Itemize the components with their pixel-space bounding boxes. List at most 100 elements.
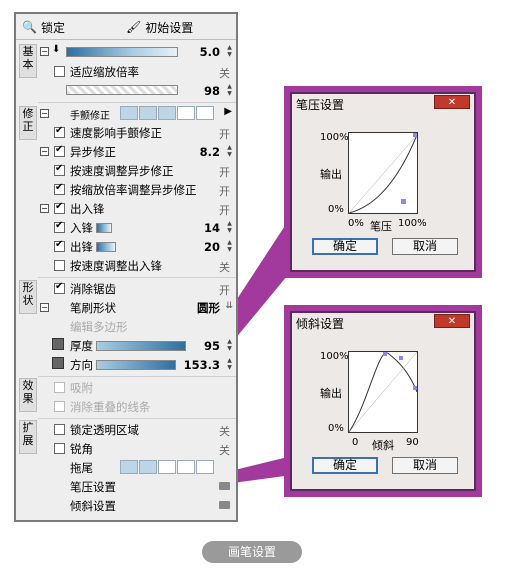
speed-checkbox[interactable] xyxy=(54,125,65,138)
sharp-state[interactable]: 关 xyxy=(219,442,230,458)
in-checkbox[interactable] xyxy=(54,220,65,233)
thickness-row: 厚度 95 ▲ ▼ xyxy=(16,336,236,355)
close-icon: ✕ xyxy=(447,97,457,108)
dedupe-checkbox[interactable] xyxy=(54,401,65,412)
async-label: 异步修正 xyxy=(70,145,116,159)
trail-presets[interactable] xyxy=(120,460,214,474)
direction-row: 方向 153.3 ▲ ▼ xyxy=(16,355,236,374)
tilt-dialog: 倾斜设置 ✕ 100% 输出 0% 0 倾斜 90 确定 取消 xyxy=(284,305,482,497)
inout-speed-row: 按速度调整出入锋 关 xyxy=(16,256,236,275)
lock-alpha-state[interactable]: 关 xyxy=(219,423,230,439)
out-spinner[interactable]: ▲ ▼ xyxy=(225,239,234,254)
divider xyxy=(38,376,236,377)
x-left-label: 0% xyxy=(348,218,364,229)
divider xyxy=(38,418,236,419)
trail-label: 拖尾 xyxy=(70,461,93,475)
polygon-row: 编辑多边形 xyxy=(16,317,236,336)
snap-label: 吸附 xyxy=(70,381,93,395)
cancel-button[interactable]: 取消 xyxy=(392,238,458,255)
inout-checkbox[interactable] xyxy=(54,201,65,214)
thickness-spinner[interactable]: ▲ ▼ xyxy=(225,338,234,353)
size-value: 5.0 xyxy=(199,45,220,59)
async-speed-state[interactable]: 开 xyxy=(219,164,230,180)
speed-state[interactable]: 开 xyxy=(219,126,230,142)
thickness-label: 厚度 xyxy=(70,339,93,353)
tilt-curve-plot[interactable] xyxy=(348,351,418,433)
in-row: 入锋 14 ▲▼ xyxy=(16,218,236,237)
pressure-label: 笔压设置 xyxy=(70,480,116,494)
ok-button[interactable]: 确定 xyxy=(312,238,378,255)
panel-toolbar: 🔍 锁定 🖌 初始设置 xyxy=(16,14,236,40)
sharp-checkbox[interactable] xyxy=(54,443,65,454)
size-slider[interactable] xyxy=(66,47,178,57)
inout-state[interactable]: 开 xyxy=(219,202,230,218)
collapse-icon[interactable]: − xyxy=(40,47,49,56)
tip-label: 笔刷形状 xyxy=(70,301,116,315)
x-right-label: 90 xyxy=(406,437,419,448)
lock-icon: 🔍 xyxy=(22,20,37,34)
inout-speed-checkbox[interactable] xyxy=(54,260,65,271)
thickness-slider[interactable] xyxy=(96,341,186,351)
size-spinner[interactable]: ▲ ▼ xyxy=(225,44,234,59)
out-slider[interactable] xyxy=(96,242,116,252)
collapse-icon[interactable]: − xyxy=(40,204,49,213)
scale-state[interactable]: 关 xyxy=(219,65,230,81)
hand-presets[interactable] xyxy=(120,106,214,120)
settings-button-icon[interactable] xyxy=(219,501,230,509)
async-speed-checkbox[interactable] xyxy=(54,163,65,176)
divider xyxy=(38,102,236,103)
scale-label: 适应缩放倍率 xyxy=(70,65,139,79)
settings-button-icon[interactable] xyxy=(219,482,230,490)
cancel-button[interactable]: 取消 xyxy=(392,457,458,474)
reset-button[interactable]: 🖌 初始设置 xyxy=(126,18,193,36)
y-top-label: 100% xyxy=(320,351,349,362)
antialias-checkbox[interactable] xyxy=(54,281,65,294)
tip-value[interactable]: 圆形 xyxy=(197,300,220,316)
antialias-state[interactable]: 开 xyxy=(219,282,230,298)
lock-alpha-checkbox[interactable] xyxy=(54,424,65,435)
opacity-row: 98 ▲ ▼ xyxy=(16,81,236,100)
out-value: 20 xyxy=(203,240,220,254)
pressure-curve xyxy=(348,133,418,214)
collapse-icon[interactable]: − xyxy=(40,303,49,312)
scale-checkbox[interactable] xyxy=(54,66,65,77)
inout-speed-state[interactable]: 关 xyxy=(219,259,230,275)
tip-row: − 笔刷形状 圆形 ⇊ xyxy=(16,298,236,317)
lock-button[interactable]: 🔍 锁定 xyxy=(22,18,65,36)
arrow-right-icon[interactable]: ▶ xyxy=(224,106,232,117)
direction-spinner[interactable]: ▲ ▼ xyxy=(225,357,234,372)
antialias-row: 消除锯齿 开 xyxy=(16,279,236,298)
async-checkbox[interactable] xyxy=(54,144,65,157)
direction-icon xyxy=(52,357,64,369)
dedupe-label: 消除重叠的线条 xyxy=(70,400,151,414)
pressure-curve-plot[interactable] xyxy=(348,132,418,214)
close-button[interactable]: ✕ xyxy=(434,95,470,109)
in-slider[interactable] xyxy=(96,223,112,233)
collapse-icon[interactable]: − xyxy=(40,109,49,118)
brush-size-icon: ⬇ xyxy=(52,44,61,55)
async-spinner[interactable]: ▲ ▼ xyxy=(225,144,234,159)
tilt-row: 倾斜设置 xyxy=(16,496,236,515)
dropdown-icon[interactable]: ⇊ xyxy=(225,301,233,311)
dialog-title: 倾斜设置 xyxy=(296,317,345,331)
ok-button[interactable]: 确定 xyxy=(312,457,378,474)
opacity-slider[interactable] xyxy=(66,85,178,95)
async-speed-label: 按速度调整异步修正 xyxy=(70,164,174,178)
close-button[interactable]: ✕ xyxy=(434,314,470,328)
async-zoom-state[interactable]: 开 xyxy=(219,183,230,199)
dedupe-row: 消除重叠的线条 xyxy=(16,397,236,416)
opacity-spinner[interactable]: ▲ ▼ xyxy=(225,83,234,98)
out-checkbox[interactable] xyxy=(54,239,65,252)
lock-alpha-label: 锁定透明区域 xyxy=(70,423,139,437)
divider xyxy=(38,277,236,278)
close-icon: ✕ xyxy=(447,316,457,327)
tilt-label: 倾斜设置 xyxy=(70,499,116,513)
snap-checkbox[interactable] xyxy=(54,382,65,393)
collapse-icon[interactable]: − xyxy=(40,147,49,156)
async-zoom-checkbox[interactable] xyxy=(54,182,65,195)
direction-value: 153.3 xyxy=(183,358,220,372)
thickness-icon xyxy=(52,338,64,350)
direction-slider[interactable] xyxy=(96,360,176,370)
in-spinner[interactable]: ▲ ▼ xyxy=(225,220,234,235)
pressure-row: 笔压设置 xyxy=(16,477,236,496)
